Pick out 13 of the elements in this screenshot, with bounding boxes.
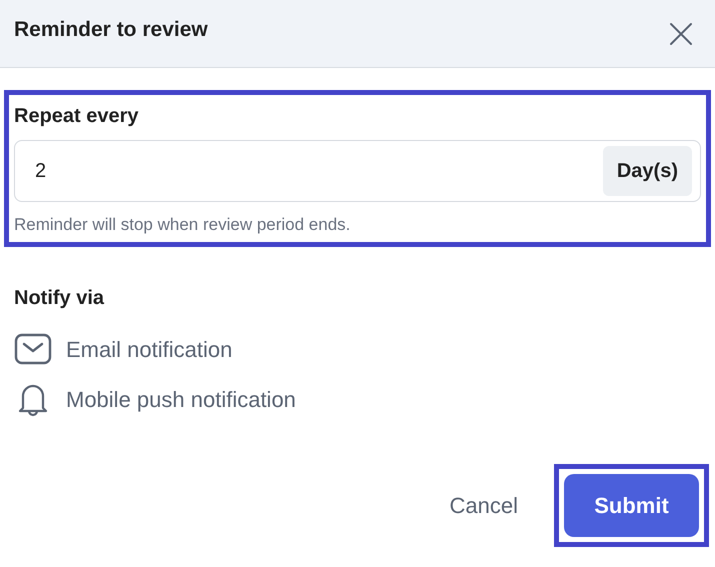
close-icon: [669, 22, 693, 46]
submit-button[interactable]: Submit: [564, 474, 699, 536]
field-label: Repeat every: [14, 104, 140, 129]
notification-option: Email notification: [66, 332, 232, 366]
notification-option: Mobile push notification: [66, 383, 296, 416]
input-value: 2: [34, 159, 46, 184]
cancel-button[interactable]: Cancel: [450, 488, 518, 522]
hint-text: Reminder will stop when review period ends.: [14, 214, 352, 236]
dialog-title: Reminder to review: [14, 16, 208, 43]
section-label: Notify via: [14, 286, 106, 310]
envelope-icon: [14, 333, 52, 365]
repeat-input[interactable]: 2 Day(s): [14, 140, 701, 202]
unit-addon: Day(s): [602, 146, 692, 196]
